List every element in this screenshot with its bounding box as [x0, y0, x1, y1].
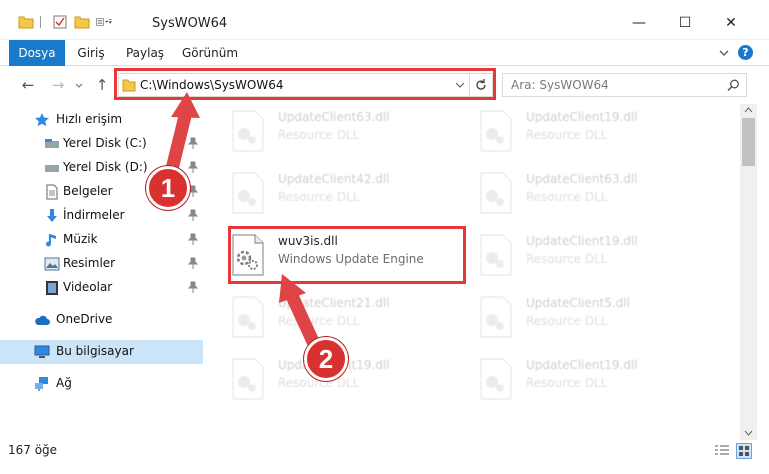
- annotation-arrows: [164, 92, 322, 353]
- step-1-badge: 1: [146, 166, 190, 210]
- step-2-badge: 2: [304, 337, 348, 381]
